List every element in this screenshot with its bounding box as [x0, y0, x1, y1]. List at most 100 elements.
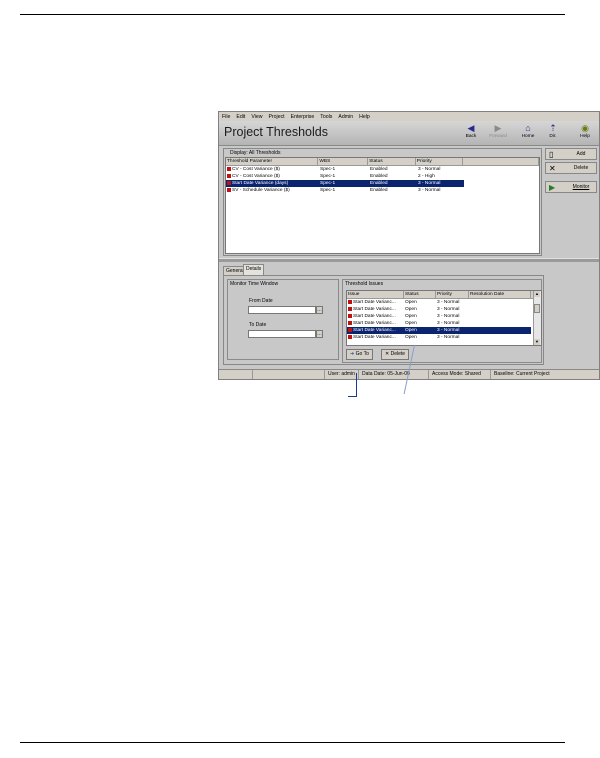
- issue-name-cell: Start Date Varianc...: [347, 299, 404, 306]
- add-label: Add: [576, 151, 586, 157]
- issue-status-cell: Open: [404, 327, 436, 334]
- delete-button[interactable]: ✕ Delete: [545, 162, 597, 174]
- threshold-flag-icon: [227, 180, 231, 185]
- threshold-row[interactable]: CV - Cost Variance ($) Spec-1 Enabled 2 - H…: [226, 173, 539, 180]
- issue-status-cell: Open: [404, 334, 436, 341]
- to-date-picker-button[interactable]: …: [316, 330, 323, 338]
- menu-file[interactable]: File: [219, 114, 233, 120]
- threshold-priority-cell: 3 - Normal: [417, 187, 464, 194]
- go-to-button[interactable]: ➜ Go To: [346, 349, 373, 360]
- threshold-status-cell-text: Enabled: [370, 181, 388, 186]
- pane-splitter[interactable]: [219, 258, 599, 262]
- issue-flag-icon: [348, 327, 352, 332]
- issue-priority-cell-text: 3 - Normal: [437, 307, 460, 312]
- scroll-up-icon[interactable]: ▲: [534, 291, 540, 297]
- col-issue[interactable]: Issue: [347, 291, 404, 298]
- menu-tools[interactable]: Tools: [317, 114, 335, 120]
- home-button[interactable]: ⌂ Home: [517, 123, 539, 143]
- new-page-icon: ▯: [549, 150, 554, 159]
- threshold-row[interactable]: CV - Cost Variance ($) Spec-1 Enabled 3 - N…: [226, 166, 539, 173]
- monitor-time-window-title: Monitor Time Window: [230, 281, 279, 287]
- col-priority[interactable]: Priority: [416, 158, 463, 165]
- menu-enterprise[interactable]: Enterprise: [288, 114, 318, 120]
- issues-header: Issue Status Priority Resolution Date: [347, 291, 541, 299]
- col-issue-priority[interactable]: Priority: [436, 291, 469, 298]
- go-to-icon: ➜: [350, 351, 355, 357]
- monitor-button[interactable]: ▶ Monitor: [545, 181, 597, 193]
- menu-help[interactable]: Help: [356, 114, 373, 120]
- issue-name-cell-text: Start Date Varianc...: [353, 307, 396, 312]
- issue-priority-cell: 3 - Normal: [436, 320, 469, 327]
- issue-name-cell-text: Start Date Varianc...: [353, 300, 396, 305]
- directory-icon: ⇡: [549, 123, 557, 133]
- issue-name-cell-text: Start Date Varianc...: [353, 335, 396, 340]
- issue-name-cell: Start Date Varianc...: [347, 306, 404, 313]
- threshold-parameter-cell-text: Start Date Variance (days): [232, 181, 289, 186]
- issue-row[interactable]: Start Date Varianc... Open 3 - Normal: [347, 306, 541, 313]
- threshold-wbs-cell-text: Spec-1: [320, 181, 336, 186]
- issue-resolution-cell: [469, 306, 531, 313]
- threshold-row[interactable]: SV - Schedule Variance ($) Spec-1 Enabled 3…: [226, 187, 539, 194]
- col-resolution-date[interactable]: Resolution Date: [469, 291, 531, 298]
- col-wbs[interactable]: WBS: [318, 158, 369, 165]
- threshold-priority-cell-text: 3 - Normal: [418, 167, 441, 172]
- add-button[interactable]: ▯ Add: [545, 148, 597, 160]
- threshold-status-cell-text: Enabled: [370, 167, 388, 172]
- help-icon: ◉: [581, 123, 589, 133]
- forward-label: Forward: [489, 134, 507, 139]
- col-blank: [463, 158, 539, 165]
- issue-flag-icon: [348, 334, 352, 339]
- col-issue-status[interactable]: Status: [404, 291, 436, 298]
- issue-name-cell: Start Date Varianc...: [347, 334, 404, 341]
- menu-project[interactable]: Project: [265, 114, 287, 120]
- title-bar: Project Thresholds ◀ Back ▶ Forward ⌂ Ho…: [219, 121, 599, 146]
- issue-flag-icon: [348, 299, 352, 304]
- issue-priority-cell-text: 3 - Normal: [437, 335, 460, 340]
- issue-priority-cell-text: 3 - Normal: [437, 328, 460, 333]
- scroll-thumb[interactable]: [534, 304, 540, 313]
- tab-details[interactable]: Details: [243, 264, 265, 275]
- issues-table: Issue Status Priority Resolution Date St…: [346, 290, 542, 346]
- col-status[interactable]: Status: [368, 158, 416, 165]
- menu-edit[interactable]: Edit: [233, 114, 248, 120]
- threshold-status-cell: Enabled: [369, 180, 417, 187]
- issue-delete-icon: ✕: [385, 351, 390, 357]
- col-threshold-parameter[interactable]: Threshold Parameter: [226, 158, 319, 165]
- issue-delete-button[interactable]: ✕ Delete: [381, 349, 410, 360]
- issue-status-cell: Open: [404, 306, 436, 313]
- threshold-priority-cell-text: 3 - Normal: [418, 188, 441, 193]
- issues-scrollbar[interactable]: ▲ ▼: [533, 291, 541, 345]
- help-button[interactable]: ◉ Help: [574, 123, 596, 143]
- issue-row[interactable]: Start Date Varianc... Open 3 - Normal: [347, 327, 541, 334]
- threshold-wbs-cell-text: Spec-1: [320, 167, 336, 172]
- status-data-date: Data Date: 05-Jun-00: [359, 370, 429, 379]
- scroll-down-icon[interactable]: ▼: [534, 339, 540, 345]
- menu-view[interactable]: View: [248, 114, 265, 120]
- issue-priority-cell-text: 3 - Normal: [437, 321, 460, 326]
- threshold-status-cell: Enabled: [369, 187, 417, 194]
- threshold-parameter-cell: CV - Cost Variance ($): [226, 173, 319, 180]
- issue-row[interactable]: Start Date Varianc... Open 3 - Normal: [347, 299, 541, 306]
- issue-resolution-cell: [469, 313, 531, 320]
- threshold-wbs-cell-text: Spec-1: [320, 188, 336, 193]
- to-date-field[interactable]: [248, 330, 316, 338]
- issue-row[interactable]: Start Date Varianc... Open 3 - Normal: [347, 334, 541, 341]
- from-date-field[interactable]: [248, 306, 316, 314]
- menu-admin[interactable]: Admin: [335, 114, 356, 120]
- threshold-parameter-cell-text: CV - Cost Variance ($): [232, 167, 280, 172]
- threshold-flag-icon: [227, 173, 231, 178]
- callout-line-goto: [356, 373, 357, 397]
- threshold-row[interactable]: Start Date Variance (days) Spec-1 Enabled 3…: [226, 180, 539, 187]
- issue-priority-cell: 3 - Normal: [436, 327, 469, 334]
- issue-name-cell: Start Date Varianc...: [347, 313, 404, 320]
- from-date-picker-button[interactable]: …: [316, 306, 323, 314]
- threshold-wbs-cell: Spec-1: [319, 187, 369, 194]
- directory-button[interactable]: ⇡ Dir.: [542, 123, 564, 143]
- issue-name-cell-text: Start Date Varianc...: [353, 314, 396, 319]
- delete-label: Delete: [573, 165, 589, 171]
- display-filter-label[interactable]: Display: All Thresholds: [230, 150, 281, 156]
- issue-row[interactable]: Start Date Varianc... Open 3 - Normal: [347, 320, 541, 327]
- back-button[interactable]: ◀ Back: [460, 123, 482, 143]
- issue-row[interactable]: Start Date Varianc... Open 3 - Normal: [347, 313, 541, 320]
- forward-button[interactable]: ▶ Forward: [487, 123, 509, 143]
